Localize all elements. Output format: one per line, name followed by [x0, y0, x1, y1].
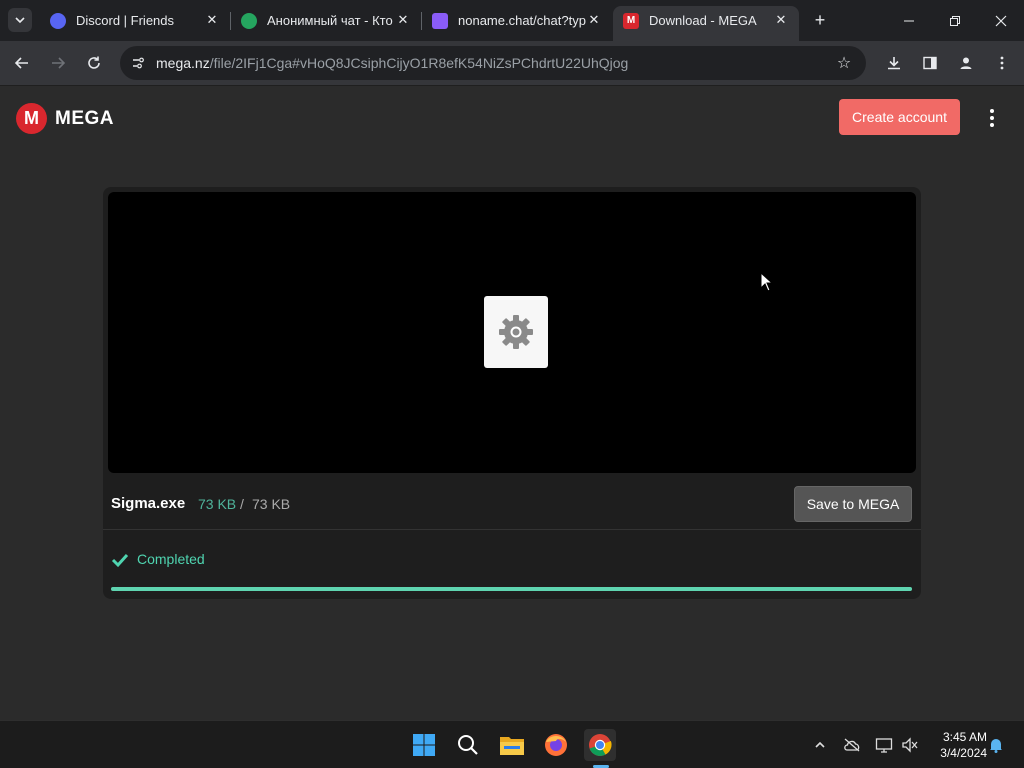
file-name: Sigma.exe [111, 495, 186, 512]
tab-mega[interactable]: M Download - MEGA ✕ [613, 6, 799, 41]
restore-icon [950, 15, 960, 26]
address-bar[interactable]: mega.nz/file/2IFj1Cga#vHoQ8JCsiphCijyO1R… [120, 46, 866, 80]
download-progress-bar [111, 587, 912, 591]
start-button[interactable] [408, 729, 440, 761]
profile-icon [960, 57, 972, 69]
gear-icon [499, 315, 533, 349]
network-icon [875, 738, 893, 753]
tab-label: noname.chat/chat?typ [458, 13, 586, 28]
close-tab-icon[interactable]: ✕ [773, 12, 789, 28]
plus-icon: + [814, 9, 826, 30]
speaker-muted-icon [902, 737, 918, 753]
save-to-mega-button[interactable]: Save to MEGA [794, 486, 912, 522]
vertical-dots-icon [990, 109, 994, 127]
system-clock[interactable]: 3:45 AM 3/4/2024 [925, 729, 987, 761]
tab-label: Анонимный чат - Кто [267, 13, 393, 28]
download-status-row: Completed [103, 530, 921, 599]
url-domain: mega.nz [156, 55, 210, 71]
tray-overflow-button[interactable] [810, 735, 830, 755]
cloud-offline-icon [844, 738, 860, 752]
download-icon [888, 57, 900, 70]
close-tab-icon[interactable]: ✕ [586, 12, 602, 28]
windows-start-icon [413, 734, 435, 756]
bookmark-star-icon[interactable]: ☆ [834, 53, 854, 73]
progress-fill [111, 587, 912, 591]
arrow-left-icon [14, 57, 28, 69]
file-explorer-button[interactable] [496, 729, 528, 761]
onedrive-tray-icon[interactable] [842, 735, 862, 755]
url-text: mega.nz/file/2IFj1Cga#vHoQ8JCsiphCijyO1R… [156, 55, 628, 71]
vertical-dots-icon [1000, 56, 1004, 70]
tab-search-button[interactable] [8, 8, 32, 32]
firefox-icon [545, 734, 567, 756]
size-separator: / [240, 496, 244, 512]
network-tray-icon[interactable] [874, 735, 894, 755]
chat-bubble-icon [241, 12, 257, 29]
file-explorer-icon [500, 737, 524, 755]
forward-button[interactable] [46, 51, 70, 75]
chrome-icon [589, 734, 612, 756]
create-account-button[interactable]: Create account [839, 99, 960, 135]
browser-tab-strip: Discord | Friends ✕ Анонимный чат - Кто … [0, 0, 1024, 41]
profile-button[interactable] [954, 51, 978, 75]
chrome-button[interactable] [584, 729, 616, 761]
tab-noname-chat[interactable]: noname.chat/chat?typ ✕ [422, 6, 612, 35]
side-panel-icon [923, 56, 937, 70]
close-icon [995, 15, 1007, 26]
back-button[interactable] [10, 51, 34, 75]
tab-label: Download - MEGA [649, 13, 757, 28]
file-preview-area [108, 192, 916, 473]
clock-date: 3/4/2024 [940, 746, 987, 760]
tab-label: Discord | Friends [76, 13, 175, 28]
tab-anon-chat[interactable]: Анонимный чат - Кто ✕ [231, 6, 421, 35]
minimize-icon [904, 20, 914, 21]
close-tab-icon[interactable]: ✕ [395, 12, 411, 28]
tab-discord[interactable]: Discord | Friends ✕ [40, 6, 230, 35]
chevron-down-icon [15, 17, 25, 24]
new-tab-button[interactable]: + [810, 10, 830, 30]
status-text: Completed [137, 551, 205, 567]
downloaded-size: 73 KB [198, 496, 237, 512]
mega-icon: M [623, 12, 639, 29]
side-panel-button[interactable] [918, 51, 942, 75]
browser-menu-button[interactable] [990, 51, 1014, 75]
reload-button[interactable] [82, 51, 106, 75]
arrow-right-icon [52, 57, 66, 69]
total-size: 73 KB [252, 496, 291, 512]
close-window-button[interactable] [978, 0, 1024, 41]
page-menu-button[interactable] [982, 106, 1002, 130]
volume-tray-icon[interactable] [900, 735, 920, 755]
site-info-icon[interactable] [130, 55, 146, 71]
restore-button[interactable] [932, 0, 978, 41]
mega-logo[interactable]: M MEGA [16, 103, 114, 134]
clock-time: 3:45 AM [942, 730, 987, 744]
taskbar-search-button[interactable] [452, 729, 484, 761]
file-info-row: Sigma.exe 73 KB / 73 KB Save to MEGA [103, 478, 921, 530]
url-path: /file/2IFj1Cga#vHoQ8JCsiphCijyO1R8efK54N… [209, 55, 629, 71]
mega-logo-text: MEGA [55, 107, 114, 129]
download-card: Sigma.exe 73 KB / 73 KB Save to MEGA Com… [103, 187, 921, 599]
notifications-button[interactable] [986, 735, 1006, 755]
mega-page: M MEGA Create account Sigma.exe 73 KB / … [0, 86, 1024, 720]
mouse-pointer-icon [760, 272, 774, 292]
discord-icon [50, 12, 66, 29]
bell-icon [990, 739, 1002, 753]
mega-logo-icon: M [16, 103, 47, 134]
firefox-button[interactable] [540, 729, 572, 761]
file-type-thumbnail [484, 296, 548, 368]
purple-heart-icon [432, 12, 448, 29]
checkmark-icon [111, 553, 129, 568]
search-icon [458, 735, 478, 755]
close-tab-icon[interactable]: ✕ [204, 12, 220, 28]
browser-toolbar: mega.nz/file/2IFj1Cga#vHoQ8JCsiphCijyO1R… [0, 41, 1024, 86]
taskbar: 3:45 AM 3/4/2024 [0, 720, 1024, 768]
chevron-up-icon [815, 741, 825, 748]
minimize-button[interactable] [886, 0, 932, 41]
downloads-button[interactable] [882, 51, 906, 75]
reload-icon [88, 56, 100, 69]
